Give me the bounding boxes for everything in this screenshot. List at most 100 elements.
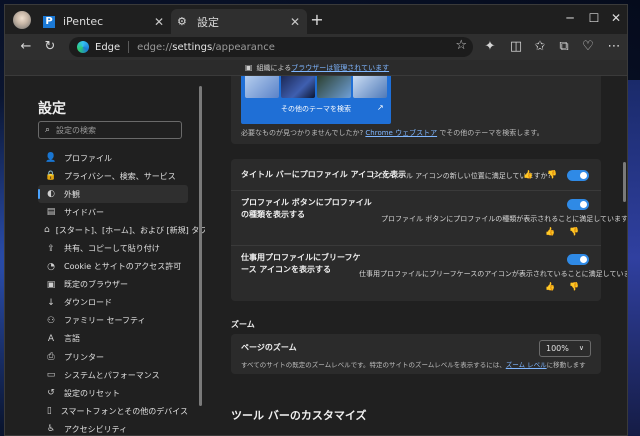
tab-ipentec[interactable]: P iPentec ✕ <box>37 9 171 34</box>
sidebar-scrollbar[interactable] <box>198 76 203 406</box>
profile-avatar[interactable] <box>13 11 31 29</box>
settings-title: 設定 <box>38 101 66 117</box>
managed-link[interactable]: ブラウザーは管理されています <box>291 63 389 73</box>
family-icon: ⚇ <box>46 315 56 326</box>
thumbs-down-icon[interactable]: 👎 <box>569 227 579 236</box>
more-themes-label[interactable]: その他のテーマを検索 <box>241 104 391 114</box>
home-icon: ⌂ <box>44 225 50 236</box>
page-zoom-value: 100% <box>546 344 569 353</box>
split-screen-icon[interactable]: ◫ <box>507 38 525 56</box>
page-zoom-select[interactable]: 100% ∨ <box>539 340 591 357</box>
cookie-icon: ◔ <box>47 261 55 272</box>
navigation-toolbar: ← ↻ Edge edge://settings/appearance ☆ ✦ … <box>5 34 627 60</box>
close-icon[interactable]: ✕ <box>151 15 167 29</box>
thumbs-up-icon[interactable]: 👍 <box>545 282 555 291</box>
setting-row-titlebar-profile-icon: タイトル バーにプロファイル アイコンを表示 プロフィール アイコンの新しい位置… <box>231 159 601 189</box>
reset-icon: ↺ <box>47 388 55 399</box>
theme-thumbnail <box>245 76 279 98</box>
theme-hint: 必要なものが見つかりませんでしたか? Chrome ウェブストア でその他のテー… <box>241 129 544 137</box>
sidebar-item-privacy[interactable]: 🔒 プライバシー、検索、サービス <box>38 167 188 185</box>
browser-essentials-icon[interactable]: ♡ <box>579 38 597 56</box>
edge-logo-icon <box>77 41 89 53</box>
managed-icon: ▣ <box>244 63 253 72</box>
sidebar-item-sidebar[interactable]: ▤ サイドバー <box>38 203 188 221</box>
printer-icon: ⎙ <box>47 352 55 363</box>
chevron-down-icon: ∨ <box>578 344 584 352</box>
sidebar-item-default-browser[interactable]: ▣ 既定のブラウザー <box>38 276 188 294</box>
maximize-button[interactable]: ☐ <box>585 11 603 27</box>
sidebar-item-phone-devices[interactable]: ▯ スマートフォンとその他のデバイス <box>38 402 188 420</box>
search-placeholder: 設定の検索 <box>56 125 97 135</box>
sidebar-item-share-copy-paste[interactable]: ⇪ 共有、コピーして貼り付け <box>38 239 188 257</box>
sidebar-item-printers[interactable]: ⎙ プリンター <box>38 348 188 366</box>
browser-icon: ▣ <box>46 279 56 290</box>
settings-content: その他のテーマを検索 ↗ 必要なものが見つかりませんでしたか? Chrome ウ… <box>205 76 627 435</box>
sidebar-item-languages[interactable]: A 言語 <box>38 330 188 348</box>
settings-nav: 👤 プロファイル 🔒 プライバシー、検索、サービス ◐ 外観 ▤ サイドバー ⌂ [スター… <box>38 149 207 435</box>
palette-icon: ◐ <box>47 189 55 200</box>
tab-strip: P iPentec ✕ ⚙ 設定 ✕ + ─ ☐ ✕ <box>5 5 627 34</box>
favorites-icon[interactable]: ✩ <box>531 38 549 56</box>
profile-icon-settings-card: タイトル バーにプロファイル アイコンを表示 プロフィール アイコンの新しい位置… <box>231 159 627 301</box>
tab-settings[interactable]: ⚙ 設定 ✕ <box>171 9 307 34</box>
sidebar-item-system-performance[interactable]: ▭ システムとパフォーマンス <box>38 366 188 384</box>
setting-row-profile-type: プロファイル ボタンにプロファイル の種類を表示する プロファイル ボタンにプロフ… <box>231 191 627 243</box>
thumbs-up-icon[interactable]: 👍 <box>523 170 533 179</box>
system-icon: ▭ <box>46 370 56 381</box>
titlebar-profile-icon-toggle[interactable] <box>567 170 589 181</box>
sidebar-icon: ▤ <box>46 207 56 218</box>
sidebar-item-appearance[interactable]: ◐ 外観 <box>38 185 188 204</box>
favorite-star-icon[interactable]: ☆ <box>455 38 467 53</box>
sidebar-item-profile[interactable]: 👤 プロファイル <box>38 149 188 167</box>
accessibility-icon: ♿ <box>46 424 56 435</box>
browser-window: P iPentec ✕ ⚙ 設定 ✕ + ─ ☐ ✕ ← ↻ Edge edge… <box>4 4 628 436</box>
address-brand: Edge <box>95 41 121 53</box>
more-menu-icon[interactable]: ⋯ <box>605 38 623 56</box>
close-window-button[interactable]: ✕ <box>607 11 625 27</box>
sidebar-item-start-home-newtab[interactable]: ⌂ [スタート]、[ホーム]、および [新規] タブ <box>38 221 207 239</box>
content-scrollbar[interactable] <box>622 76 627 435</box>
collections-icon[interactable]: ⧉ <box>555 38 573 56</box>
sidebar-item-downloads[interactable]: ↓ ダウンロード <box>38 294 188 312</box>
work-briefcase-toggle[interactable] <box>567 254 589 265</box>
gear-icon: ⚙ <box>177 14 187 28</box>
toolbar-customize-title: ツール バーのカスタマイズ <box>231 409 367 422</box>
thumbs-down-icon[interactable]: 👎 <box>547 170 557 179</box>
setting-row-work-briefcase: 仕事用プロファイルにブリーフケ ース アイコンを表示する 仕事用プロファイルにブリ… <box>231 246 627 300</box>
refresh-icon[interactable]: ↻ <box>41 38 59 56</box>
feedback-question: 仕事用プロファイルにブリーフケースのアイコンが表示されていることに満足しています… <box>359 270 628 278</box>
back-arrow-icon[interactable]: ← <box>17 38 35 56</box>
theme-thumbnail <box>317 76 351 98</box>
theme-card: その他のテーマを検索 ↗ 必要なものが見つかりませんでしたか? Chrome ウ… <box>231 76 601 144</box>
sidebar-item-family-safety[interactable]: ⚇ ファミリー セーフティ <box>38 312 188 330</box>
page-zoom-label: ページのズーム <box>241 343 297 352</box>
extensions-icon[interactable]: ✦ <box>481 38 499 56</box>
new-tab-button[interactable]: + <box>309 12 325 29</box>
thumbs-down-icon[interactable]: 👎 <box>569 282 579 291</box>
chrome-webstore-link[interactable]: Chrome ウェブストア <box>365 129 437 137</box>
address-divider <box>128 41 130 53</box>
thumbs-up-icon[interactable]: 👍 <box>545 227 555 236</box>
theme-thumbnail <box>281 76 315 98</box>
settings-search-input[interactable]: ⌕ 設定の検索 <box>38 121 182 139</box>
setting-title: プロファイル ボタンにプロファイル の種類を表示する <box>241 198 372 219</box>
page-zoom-description: すべてのサイトの既定のズームレベルです。特定のサイトのズームレベルを表示するには… <box>241 361 586 369</box>
ipentec-logo-icon: P <box>43 15 55 28</box>
sidebar-item-cookies[interactable]: ◔ Cookie とサイトのアクセス許可 <box>38 258 188 276</box>
theme-thumbnails <box>245 76 387 98</box>
share-icon: ⇪ <box>47 243 55 254</box>
address-bar[interactable]: Edge edge://settings/appearance ☆ <box>69 37 473 57</box>
sidebar-item-accessibility[interactable]: ♿ アクセシビリティ <box>38 420 188 435</box>
person-icon: 👤 <box>45 153 57 164</box>
profile-type-toggle[interactable] <box>567 199 589 210</box>
minimize-button[interactable]: ─ <box>561 11 579 27</box>
zoom-level-link[interactable]: ズーム レベル <box>506 361 547 369</box>
tab-label: 設定 <box>197 15 219 29</box>
setting-title: 仕事用プロファイルにブリーフケ ース アイコンを表示する <box>241 253 361 274</box>
close-icon[interactable]: ✕ <box>287 15 303 29</box>
language-icon: A <box>47 333 55 344</box>
sidebar-item-reset[interactable]: ↺ 設定のリセット <box>38 384 188 402</box>
search-icon: ⌕ <box>45 125 51 135</box>
managed-prefix: 組織による <box>256 63 292 72</box>
feedback-question: プロファイル ボタンにプロファイルの種類が表示されることに満足していますか? <box>381 215 628 223</box>
